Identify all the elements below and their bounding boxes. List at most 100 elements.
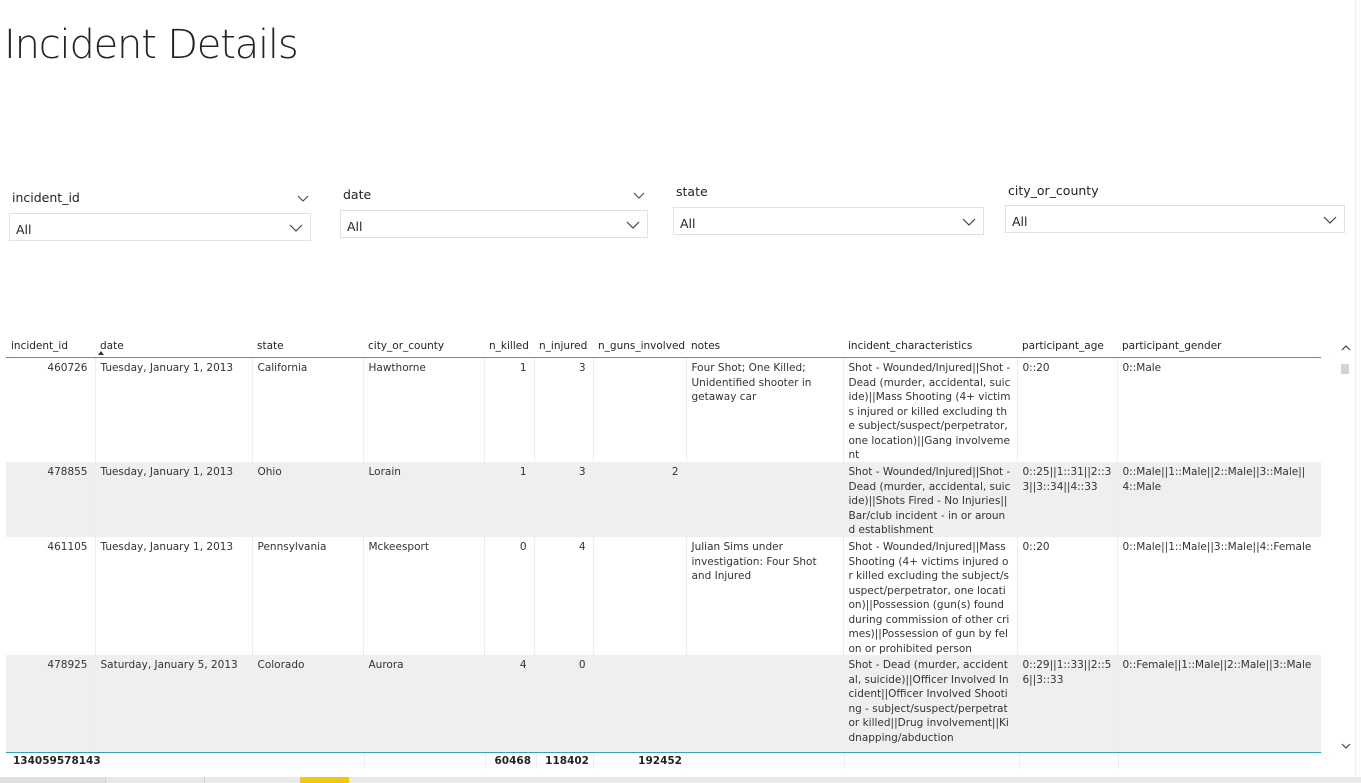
cell-participant-age: 0::25||1::31||2::33||3::34||4::33 xyxy=(1016,462,1117,537)
column-header-n-killed[interactable]: n_killed xyxy=(484,334,534,358)
cell-n-killed: 1 xyxy=(483,357,534,462)
column-header-label: date xyxy=(100,339,124,352)
column-divider xyxy=(485,753,486,769)
column-divider xyxy=(1118,753,1119,769)
page-tab[interactable] xyxy=(106,777,205,783)
cell-incident-characteristics: Shot - Wounded/Injured||Shot - Dead (mur… xyxy=(842,462,1017,537)
cell-participant-age: 0::20 xyxy=(1016,537,1117,655)
cell-incident-characteristics: Shot - Wounded/Injured||Shot - Dead (mur… xyxy=(842,357,1017,462)
chevron-down-icon[interactable] xyxy=(296,193,310,203)
column-header-incident-id[interactable]: incident_id xyxy=(6,334,95,358)
slicer-label: city_or_county xyxy=(1008,183,1099,198)
cell-date: Tuesday, January 1, 2013 xyxy=(94,537,252,655)
chevron-down-icon xyxy=(962,218,976,226)
slicer-label: incident_id xyxy=(12,190,80,205)
cell-state: California xyxy=(251,357,363,462)
cell-n-injured: 3 xyxy=(533,357,593,462)
chevron-down-icon xyxy=(1323,216,1337,224)
sort-ascending-icon xyxy=(98,351,104,355)
table-vertical-scrollbar[interactable] xyxy=(1339,334,1353,758)
cell-n-guns-involved xyxy=(592,357,686,462)
cell-state: Colorado xyxy=(251,655,363,753)
cell-city-or-county: Lorain xyxy=(362,462,484,537)
cell-n-killed: 1 xyxy=(483,462,534,537)
slicer-date[interactable]: date All xyxy=(340,182,648,240)
cell-text: 0::Male||1::Male||2::Male||3::Male||4::M… xyxy=(1122,466,1306,493)
table-row[interactable]: 478855 Tuesday, January 1, 2013 Ohio Lor… xyxy=(6,462,1321,537)
column-header-state[interactable]: state xyxy=(252,334,363,358)
cell-text: Shot - Dead (murder, accidental, suicide… xyxy=(848,659,1009,744)
column-header-participant-gender[interactable]: participant_gender xyxy=(1117,334,1321,358)
cell-participant-age: 0::20 xyxy=(1016,357,1117,462)
slicer-state[interactable]: state All xyxy=(673,180,984,238)
scrollbar-thumb[interactable] xyxy=(1341,364,1349,374)
cell-n-killed: 4 xyxy=(483,655,534,753)
cell-incident-id: 478925 xyxy=(6,655,95,753)
cell-text: Shot - Wounded/Injured||Mass Shooting (4… xyxy=(848,541,1010,655)
cell-n-injured: 4 xyxy=(533,537,593,655)
column-header-n-guns-involved[interactable]: n_guns_involved xyxy=(593,334,686,358)
column-divider xyxy=(686,753,687,769)
cell-city-or-county: Aurora xyxy=(362,655,484,753)
table-row[interactable]: 460726 Tuesday, January 1, 2013 Californ… xyxy=(6,357,1321,462)
cell-participant-gender: 0::Male||1::Male||2::Male||3::Male||4::M… xyxy=(1116,462,1321,537)
column-header-notes[interactable]: notes xyxy=(686,334,843,358)
table-row[interactable]: 478925 Saturday, January 5, 2013 Colorad… xyxy=(6,655,1321,753)
cell-notes xyxy=(685,462,843,537)
slicer-value: All xyxy=(680,216,696,231)
slicer-city-or-county[interactable]: city_or_county All xyxy=(1005,178,1345,236)
total-n-killed: 60468 xyxy=(494,755,531,767)
column-header-n-injured[interactable]: n_injured xyxy=(534,334,593,358)
cell-text: Shot - Wounded/Injured||Shot - Dead (mur… xyxy=(848,362,1011,461)
slicer-incident-id[interactable]: incident_id All xyxy=(9,185,311,243)
cell-n-guns-involved xyxy=(592,537,686,655)
slicer-dropdown[interactable]: All xyxy=(9,213,311,241)
column-header-incident-characteristics[interactable]: incident_characteristics xyxy=(843,334,1017,358)
slicer-dropdown[interactable]: All xyxy=(673,207,984,235)
table-row[interactable]: 461105 Tuesday, January 1, 2013 Pennsylv… xyxy=(6,537,1321,655)
cell-n-guns-involved xyxy=(592,655,686,753)
cell-city-or-county: Mckeesport xyxy=(362,537,484,655)
column-divider xyxy=(1019,753,1020,769)
cell-text: 0::25||1::31||2::33||3::34||4::33 xyxy=(1022,466,1112,493)
cell-participant-age: 0::29||1::33||2::56||3::33 xyxy=(1016,655,1117,753)
scroll-up-icon[interactable] xyxy=(1341,343,1351,353)
incident-table[interactable]: incident_id date state city_or_county n_… xyxy=(6,334,1321,768)
cell-city-or-county: Hawthorne xyxy=(362,357,484,462)
scroll-down-icon[interactable] xyxy=(1341,741,1351,751)
cell-text: 0::29||1::33||2::56||3::33 xyxy=(1022,659,1112,686)
chevron-down-icon xyxy=(626,221,640,229)
cell-participant-gender: 0::Male||1::Male||3::Male||4::Female xyxy=(1116,537,1321,655)
page-tab[interactable] xyxy=(0,777,106,783)
table-totals-row: 134059578143 60468 118402 192452 xyxy=(6,752,1321,771)
total-n-injured: 118402 xyxy=(545,755,589,767)
slicer-dropdown[interactable]: All xyxy=(340,210,648,238)
cell-n-injured: 3 xyxy=(533,462,593,537)
cell-date: Tuesday, January 1, 2013 xyxy=(94,462,252,537)
cell-n-guns-involved: 2 xyxy=(592,462,686,537)
cell-incident-id: 460726 xyxy=(47,362,88,374)
cell-incident-id: 478855 xyxy=(6,462,95,537)
slicer-dropdown[interactable]: All xyxy=(1005,205,1345,233)
slicer-value: All xyxy=(347,219,363,234)
cell-notes: Four Shot; One Killed; Unidentified shoo… xyxy=(685,357,843,462)
active-page-indicator[interactable] xyxy=(300,777,349,783)
column-header-city-or-county[interactable]: city_or_county xyxy=(363,334,484,358)
cell-n-killed: 0 xyxy=(483,537,534,655)
cell-state: Pennsylvania xyxy=(251,537,363,655)
chevron-down-icon[interactable] xyxy=(632,190,646,200)
slicer-label: date xyxy=(343,187,372,202)
column-divider xyxy=(844,753,845,769)
total-incident-id: 134059578143 xyxy=(13,755,101,767)
cell-notes xyxy=(685,655,843,753)
canvas-edge xyxy=(1355,0,1356,783)
cell-date: Saturday, January 5, 2013 xyxy=(94,655,252,753)
cell-date: Tuesday, January 1, 2013 xyxy=(94,357,252,462)
cell-notes: Julian Sims under investigation: Four Sh… xyxy=(685,537,843,655)
cell-incident-id: 461105 xyxy=(47,541,88,553)
cell-participant-gender: 0::Female||1::Male||2::Male||3::Male xyxy=(1116,655,1321,753)
cell-incident-characteristics: Shot - Wounded/Injured||Mass Shooting (4… xyxy=(842,537,1017,655)
column-divider xyxy=(593,753,594,769)
column-header-date[interactable]: date xyxy=(95,334,252,358)
column-header-participant-age[interactable]: participant_age xyxy=(1017,334,1117,358)
